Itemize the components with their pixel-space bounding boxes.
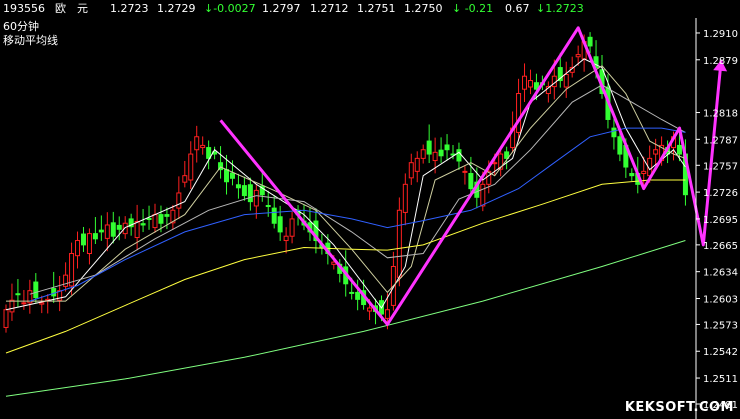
tick-label: 1.2787 bbox=[703, 135, 738, 146]
candle-body bbox=[235, 184, 241, 189]
candle-body bbox=[51, 288, 57, 297]
watermark: KEKSOFT.COM bbox=[624, 400, 734, 415]
tick-label: 1.2634 bbox=[703, 268, 738, 279]
candle-body bbox=[617, 136, 623, 155]
candle-body bbox=[587, 36, 593, 47]
candle-body bbox=[289, 218, 295, 237]
candle-body bbox=[355, 291, 361, 300]
tick-label: 1.2910 bbox=[703, 29, 738, 40]
candle-body bbox=[164, 214, 170, 217]
candle-body bbox=[641, 170, 647, 175]
candle-body bbox=[367, 307, 373, 312]
candle-body bbox=[134, 221, 140, 239]
candle-body bbox=[146, 217, 152, 220]
candle-body bbox=[277, 216, 283, 233]
candle-body bbox=[527, 80, 533, 88]
candle-body bbox=[271, 207, 277, 224]
candle-body bbox=[438, 149, 444, 157]
candle-body bbox=[247, 184, 253, 203]
price-chart[interactable]: 1.2910 1.2879 1.2818 1.2787 1.2757 1.2726 1.26… bbox=[0, 0, 740, 419]
candle-body bbox=[402, 183, 408, 213]
tick-label: 1.2757 bbox=[703, 161, 738, 172]
candle-body bbox=[21, 302, 27, 305]
candle-body bbox=[462, 170, 468, 173]
candle-body bbox=[229, 172, 235, 179]
candle-body bbox=[140, 223, 146, 226]
candle-body bbox=[611, 127, 617, 138]
candle-body bbox=[516, 93, 522, 133]
candle-body bbox=[426, 140, 432, 155]
candle-body bbox=[200, 144, 206, 149]
tick-label: 1.2818 bbox=[703, 109, 738, 120]
candle-body bbox=[456, 149, 462, 162]
candle-body bbox=[9, 299, 15, 313]
tick-label: 1.2695 bbox=[703, 215, 738, 226]
candle-body bbox=[152, 214, 158, 229]
candle-body bbox=[122, 222, 128, 235]
tick-label: 1.2726 bbox=[703, 188, 738, 199]
candle-body bbox=[158, 214, 164, 224]
candle-body bbox=[75, 240, 81, 257]
ma-line-ma30 bbox=[29, 127, 686, 302]
candle-body bbox=[224, 169, 230, 183]
candle-body bbox=[182, 175, 188, 183]
tick-label: 1.2665 bbox=[703, 241, 738, 252]
tick-label: 1.2879 bbox=[703, 56, 738, 67]
candle-body bbox=[253, 189, 259, 207]
candle-body bbox=[408, 162, 414, 179]
candle-body bbox=[188, 153, 194, 181]
tick-label: 1.2573 bbox=[703, 320, 738, 331]
candle-body bbox=[110, 222, 116, 237]
candle-body bbox=[575, 54, 581, 58]
candle-body bbox=[15, 293, 21, 296]
candle-body bbox=[104, 224, 110, 239]
candle-body bbox=[39, 302, 45, 305]
candle-body bbox=[432, 151, 438, 162]
candle-body bbox=[69, 253, 75, 287]
candle-body bbox=[468, 173, 474, 190]
candle-body bbox=[33, 281, 39, 299]
candle-body bbox=[349, 291, 355, 294]
candle-body bbox=[444, 144, 450, 151]
candle-body bbox=[176, 192, 182, 209]
candle-body bbox=[396, 209, 402, 278]
candle-body bbox=[3, 309, 9, 328]
candle-body bbox=[492, 162, 498, 165]
candle-body bbox=[116, 224, 122, 230]
candle-body bbox=[563, 73, 569, 88]
candle-body bbox=[80, 233, 86, 246]
candle-body bbox=[384, 309, 390, 319]
candle-body bbox=[420, 149, 426, 159]
candle-body bbox=[414, 157, 420, 172]
candle-body bbox=[480, 183, 486, 207]
candle-body bbox=[98, 229, 104, 233]
candle-body bbox=[86, 233, 92, 255]
candle-body bbox=[241, 185, 247, 197]
candle-body bbox=[629, 173, 635, 177]
candle-body bbox=[265, 205, 271, 208]
candle-body bbox=[92, 233, 98, 240]
tick-label: 1.2511 bbox=[703, 374, 738, 385]
tick-label: 1.2542 bbox=[703, 347, 738, 358]
candle-body bbox=[283, 235, 289, 242]
candle-body bbox=[194, 136, 200, 151]
candle-body bbox=[653, 149, 659, 155]
tick-label: 1.2603 bbox=[703, 294, 738, 305]
candle-body bbox=[522, 75, 528, 90]
price-axis: 1.2910 1.2879 1.2818 1.2787 1.2757 1.2726 1.26… bbox=[695, 18, 738, 419]
zigzag-overlay bbox=[219, 26, 728, 326]
candle-body bbox=[676, 144, 682, 155]
